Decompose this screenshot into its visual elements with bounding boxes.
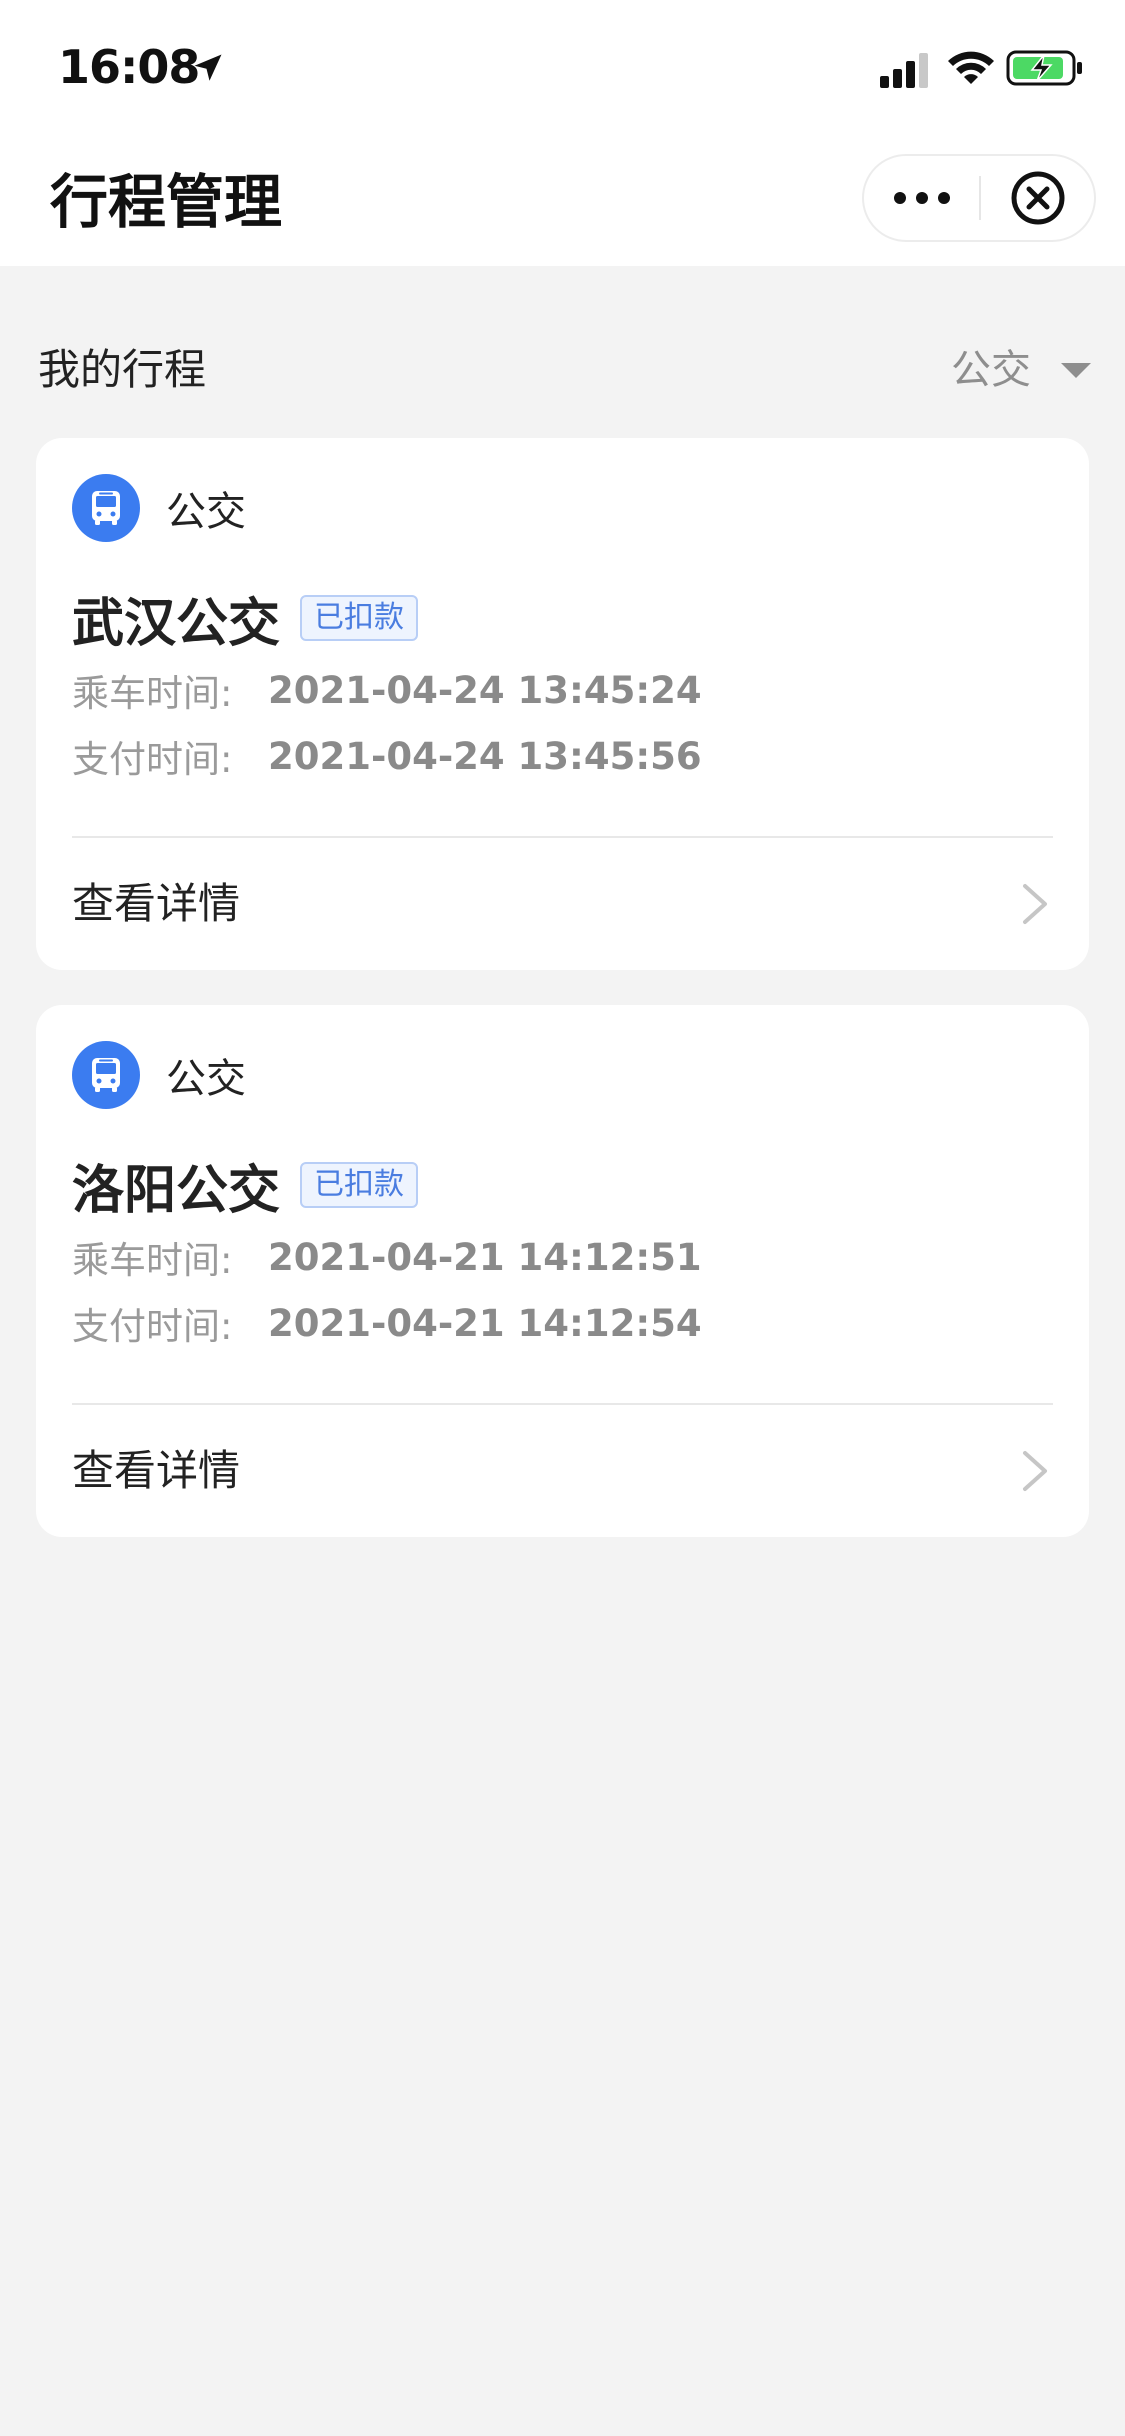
bus-icon — [72, 474, 140, 542]
location-arrow-icon — [194, 54, 222, 81]
ride-time-value: 2021-04-24 13:45:24 — [268, 668, 702, 712]
trip-card: 公交 洛阳公交 已扣款 乘车时间: 2021-04-21 14:12:51 支付… — [36, 1005, 1089, 1537]
trip-card: 公交 武汉公交 已扣款 乘车时间: 2021-04-24 13:45:24 支付… — [36, 438, 1089, 970]
caret-down-icon — [1061, 362, 1091, 378]
filter-label: 公交 — [951, 347, 1031, 393]
close-button[interactable] — [982, 156, 1094, 240]
chevron-right-icon — [1023, 1451, 1047, 1491]
section-title: 我的行程 — [38, 345, 207, 394]
trip-type-label: 公交 — [166, 1056, 246, 1102]
trip-title: 武汉公交 — [72, 593, 281, 654]
page-title: 行程管理 — [50, 168, 283, 236]
pay-time-label: 支付时间: — [72, 738, 233, 781]
ride-time-row: 乘车时间: 2021-04-21 14:12:51 — [72, 1229, 702, 1285]
pay-time-value: 2021-04-21 14:12:54 — [268, 1301, 702, 1345]
signal-icon — [880, 53, 928, 88]
more-button[interactable] — [864, 156, 979, 240]
section-header: 我的行程 公交 — [0, 330, 1125, 410]
ride-time-label: 乘车时间: — [72, 1239, 233, 1282]
chevron-right-icon — [1023, 884, 1047, 924]
capsule-divider — [979, 176, 981, 220]
pay-time-row: 支付时间: 2021-04-21 14:12:54 — [72, 1295, 702, 1351]
view-details-label: 查看详情 — [72, 1446, 241, 1495]
trip-type-label: 公交 — [166, 489, 246, 535]
mini-program-capsule — [862, 154, 1096, 242]
trip-title-row: 武汉公交 已扣款 — [72, 582, 419, 654]
close-circle-icon — [1011, 171, 1065, 225]
ride-time-row: 乘车时间: 2021-04-24 13:45:24 — [72, 662, 702, 718]
pay-time-row: 支付时间: 2021-04-24 13:45:56 — [72, 728, 702, 784]
ride-time-value: 2021-04-21 14:12:51 — [268, 1235, 702, 1279]
status-time: 16:08 — [58, 40, 200, 94]
pay-time-label: 支付时间: — [72, 1305, 233, 1348]
trip-type-filter[interactable]: 公交 — [951, 340, 1091, 400]
trip-title-row: 洛阳公交 已扣款 — [72, 1149, 419, 1221]
more-dots-icon — [893, 192, 950, 204]
status-bar: 16:08 — [0, 0, 1125, 136]
ride-time-label: 乘车时间: — [72, 672, 233, 715]
status-badge: 已扣款 — [300, 595, 419, 641]
pay-time-value: 2021-04-24 13:45:56 — [268, 734, 702, 778]
view-details-button[interactable]: 查看详情 — [36, 1405, 1089, 1537]
nav-bar: 行程管理 — [0, 136, 1125, 266]
view-details-button[interactable]: 查看详情 — [36, 838, 1089, 970]
view-details-label: 查看详情 — [72, 879, 241, 928]
bus-icon — [72, 1041, 140, 1109]
trip-type: 公交 — [72, 1041, 246, 1109]
status-badge: 已扣款 — [300, 1162, 419, 1208]
wifi-icon — [948, 51, 994, 84]
battery-charging-icon — [1006, 50, 1082, 86]
trip-title: 洛阳公交 — [72, 1160, 281, 1221]
trip-type: 公交 — [72, 474, 246, 542]
